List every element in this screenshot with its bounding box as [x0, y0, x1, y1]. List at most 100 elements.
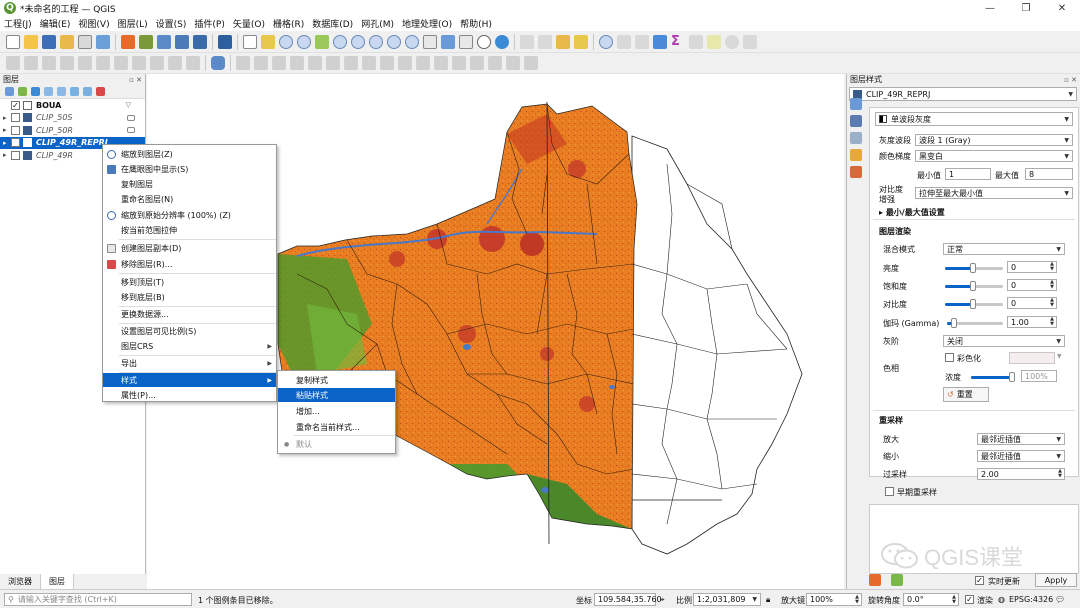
- contrast-slider[interactable]: [945, 299, 1003, 309]
- select-by-value-icon[interactable]: [574, 34, 588, 49]
- symbology-tab-icon[interactable]: [850, 98, 862, 110]
- open-attribute-table-icon[interactable]: [520, 34, 534, 49]
- vertex-tool-icon[interactable]: [78, 56, 92, 70]
- zoomed-out-combo[interactable]: 最邻近插值 ▼: [977, 450, 1065, 462]
- bookmark-icon[interactable]: [459, 34, 473, 49]
- zoom-full-icon[interactable]: [315, 34, 329, 49]
- layer-visibility-checkbox[interactable]: [11, 113, 20, 123]
- layout-manager-icon[interactable]: [78, 34, 92, 49]
- merge-attributes-icon[interactable]: [506, 56, 520, 70]
- early-resampling-checkbox[interactable]: [885, 487, 894, 496]
- cut-features-icon[interactable]: [114, 56, 128, 70]
- spin-arrows-icon[interactable]: ▲ ▼: [855, 594, 859, 605]
- data-source-manager-icon[interactable]: [121, 34, 135, 49]
- menu-plugins[interactable]: 插件(P): [194, 17, 224, 30]
- advanced-digitizing-icon[interactable]: [236, 56, 250, 70]
- zoom-next-icon[interactable]: [405, 34, 419, 49]
- identify-icon[interactable]: [599, 34, 613, 49]
- filter-expression-icon[interactable]: [57, 87, 66, 96]
- menu-raster[interactable]: 栅格(R): [273, 17, 304, 30]
- map-tips-icon[interactable]: [707, 34, 721, 49]
- chevron-down-icon[interactable]: ▼: [1057, 353, 1062, 360]
- layer-select-combo[interactable]: CLIP_49R_REPRJ ▼: [849, 87, 1077, 101]
- blend-mode-combo[interactable]: 正常 ▼: [943, 243, 1065, 255]
- spin-arrows-icon[interactable]: ▲ ▼: [952, 594, 956, 605]
- statistics-sigma-icon[interactable]: Σ: [671, 34, 685, 49]
- pan-to-selection-icon[interactable]: [261, 34, 275, 49]
- contrast-enhancement-combo[interactable]: 拉伸至最大最小值 ▼: [915, 187, 1073, 199]
- processing-toolbox-icon[interactable]: [653, 34, 667, 49]
- deselect-icon[interactable]: [556, 34, 570, 49]
- oversampling-input[interactable]: 2.00 ▲ ▼: [977, 468, 1065, 480]
- min-value-input[interactable]: 1: [945, 168, 991, 180]
- add-ring-icon[interactable]: [326, 56, 340, 70]
- manage-visibility-icon[interactable]: [31, 87, 40, 96]
- menu-item-properties[interactable]: 属性(P)...: [103, 388, 276, 402]
- menu-item-move-top[interactable]: 移到顶层(T): [103, 275, 276, 289]
- undo-icon[interactable]: [168, 56, 182, 70]
- menu-item-default-style[interactable]: ● 默认: [278, 437, 395, 451]
- apply-button[interactable]: Apply: [1035, 573, 1077, 587]
- add-vector-icon[interactable]: [157, 34, 171, 49]
- zoom-native-toolbar-icon[interactable]: [369, 34, 383, 49]
- reshape-icon[interactable]: [416, 56, 430, 70]
- scale-combo[interactable]: 1:2,031,809 ▼: [693, 593, 761, 606]
- crs-globe-icon[interactable]: ◍: [998, 595, 1005, 604]
- zoom-selection-icon[interactable]: [333, 34, 347, 49]
- field-calc-icon[interactable]: [635, 34, 649, 49]
- gamma-input[interactable]: 1.00 ▲ ▼: [1007, 316, 1057, 328]
- menu-item-move-bottom[interactable]: 移到底层(B): [103, 290, 276, 304]
- menu-item-show-in-overview[interactable]: 在鹰眼图中显示(S): [103, 162, 276, 176]
- saturation-slider[interactable]: [945, 281, 1003, 291]
- layer-expand-arrow[interactable]: ▸: [3, 114, 11, 122]
- layer-styling-icon[interactable]: [5, 87, 14, 96]
- layer-visibility-checkbox[interactable]: [11, 150, 20, 160]
- tab-layers[interactable]: 图层: [41, 574, 74, 589]
- move-feature-icon[interactable]: [272, 56, 286, 70]
- split-features-icon[interactable]: [452, 56, 466, 70]
- histogram-tab-icon[interactable]: [850, 132, 862, 144]
- coordinate-input[interactable]: 109.584,35.760: [594, 593, 662, 606]
- save-edits-icon[interactable]: [42, 56, 56, 70]
- close-button[interactable]: ✕: [1044, 0, 1080, 16]
- delete-ring-icon[interactable]: [380, 56, 394, 70]
- renderer-type-combo[interactable]: 单波段灰度 ▼: [875, 112, 1073, 126]
- new-print-layout-icon[interactable]: [60, 34, 74, 49]
- collapse-all-icon[interactable]: [83, 87, 92, 96]
- rotation-input[interactable]: 0.0° ▲ ▼: [903, 593, 959, 606]
- menu-edit[interactable]: 编辑(E): [40, 17, 71, 30]
- menu-processing[interactable]: 地理处理(O): [402, 17, 452, 30]
- strength-slider[interactable]: [971, 372, 1015, 382]
- strength-input[interactable]: 100%: [1021, 370, 1057, 382]
- database-icon[interactable]: [211, 56, 225, 70]
- filter-legend-icon[interactable]: [44, 87, 53, 96]
- menu-layer[interactable]: 图层(L): [118, 17, 148, 30]
- add-feature-icon[interactable]: [60, 56, 74, 70]
- spin-arrows-icon[interactable]: ▲ ▼: [1050, 262, 1054, 272]
- new-3d-view-icon[interactable]: [441, 34, 455, 49]
- zoom-out-icon[interactable]: [297, 34, 311, 49]
- menu-item-rename-style[interactable]: 重命名当前样式...: [278, 420, 395, 434]
- menu-settings[interactable]: 设置(S): [156, 17, 187, 30]
- menu-item-duplicate[interactable]: 复制图层: [103, 177, 276, 191]
- maximize-button[interactable]: ❐: [1008, 0, 1044, 16]
- filter-icon[interactable]: ▽: [126, 101, 131, 109]
- delete-selected-icon[interactable]: [96, 56, 110, 70]
- menu-view[interactable]: 视图(V): [78, 17, 109, 30]
- messages-icon[interactable]: 💬︎: [1055, 595, 1065, 604]
- text-annotation-icon[interactable]: [725, 34, 739, 49]
- layer-visibility-checkbox[interactable]: [11, 125, 20, 135]
- brightness-input[interactable]: 0 ▲ ▼: [1007, 261, 1057, 273]
- panel-float-close-icon[interactable]: ▫ ✕: [129, 76, 142, 84]
- transparency-tab-icon[interactable]: [850, 115, 862, 127]
- live-update-checkbox[interactable]: ✓: [975, 576, 984, 585]
- max-value-input[interactable]: 8: [1025, 168, 1073, 180]
- trace-icon[interactable]: [254, 56, 268, 70]
- panel-float-close-icon[interactable]: ▫ ✕: [1064, 76, 1077, 84]
- paste-features-icon[interactable]: [150, 56, 164, 70]
- save-project-icon[interactable]: [42, 34, 56, 49]
- menu-mesh[interactable]: 网孔(M): [361, 17, 394, 30]
- rotate-feature-icon[interactable]: [290, 56, 304, 70]
- menu-item-copy-style[interactable]: 复制样式: [278, 373, 395, 387]
- menu-vector[interactable]: 矢量(O): [233, 17, 265, 30]
